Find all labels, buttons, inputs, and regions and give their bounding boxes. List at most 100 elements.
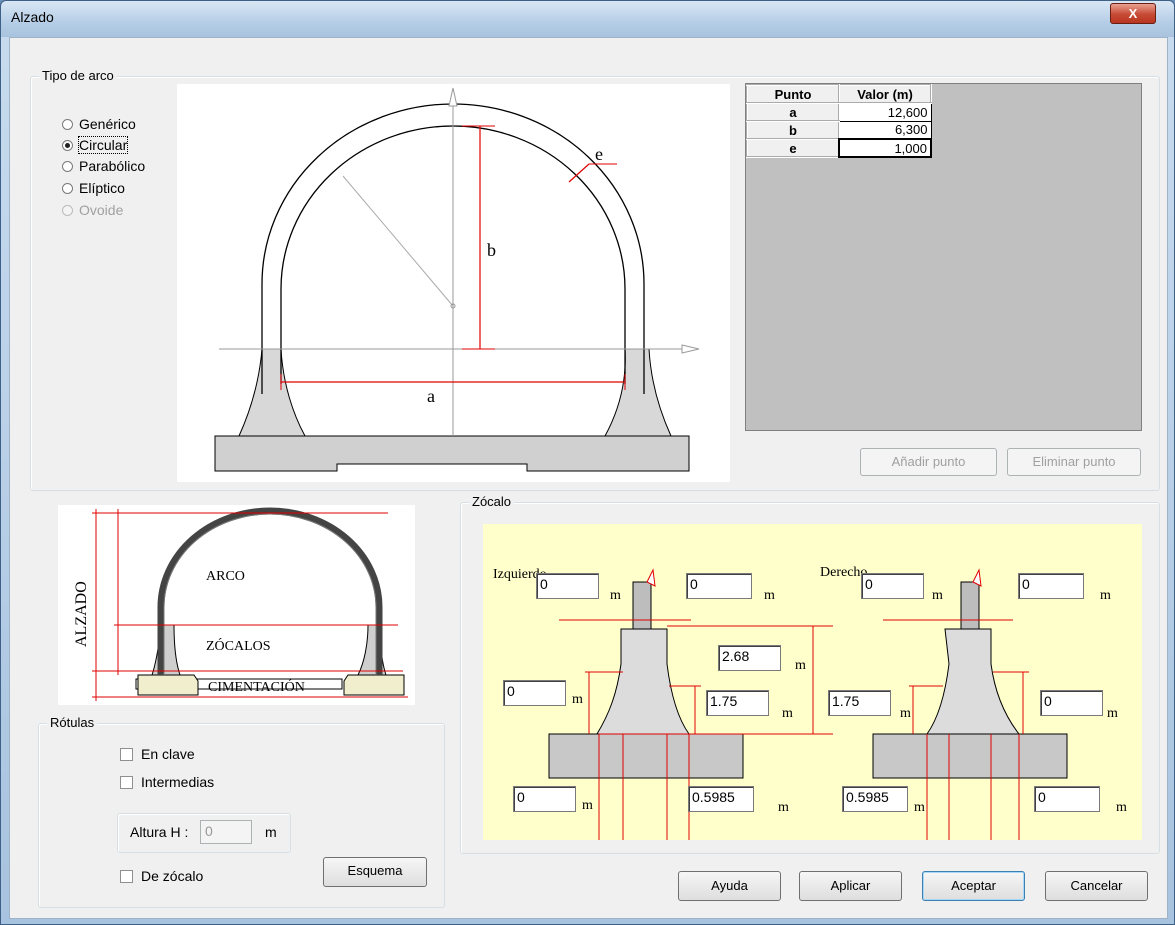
intermedias-checkbox[interactable]: Intermedias (120, 774, 214, 790)
radio-parabolico[interactable]: Parabólico (62, 158, 145, 174)
scheme-left-abutment (151, 624, 181, 676)
unit-label: m (914, 800, 925, 815)
radio-generico-label: Genérico (79, 116, 136, 132)
unit-label: m (610, 588, 621, 603)
scheme-right-footing (343, 674, 405, 696)
zocalo-right-footing (872, 733, 1068, 779)
scheme-label-alzado: ALZADO (73, 581, 90, 647)
zocalo-height-total-input[interactable]: 2.68 (718, 645, 781, 671)
rotulas-label: Rótulas (47, 715, 98, 730)
radio-parabolico-label: Parabólico (79, 158, 146, 174)
grid-cell-valor-selected[interactable]: 1,000 (838, 138, 932, 158)
zocalo-right-plinth (926, 628, 1021, 735)
grid-cell-punto[interactable]: e (746, 138, 840, 158)
en-clave-box (120, 747, 133, 761)
scheme-left-footing (137, 674, 199, 696)
points-grid[interactable]: Punto Valor (m) a 12,600 b 6,300 e 1,000 (745, 83, 1142, 431)
grid-cell-punto[interactable]: a (746, 102, 840, 122)
radio-generico[interactable]: Genérico (62, 116, 136, 132)
unit-label: m (932, 588, 943, 603)
elevation-scheme-svg: ARCO ZÓCALOS CIMENTACIÓN ALZADO (73, 507, 408, 701)
radio-eliptico[interactable]: Elíptico (62, 180, 125, 196)
zocalo-left-plinth (596, 628, 690, 735)
zocalo-left-arch-stub (632, 581, 652, 630)
scheme-label-zocalos: ZÓCALOS (206, 637, 271, 654)
dimension-b-label: b (487, 240, 496, 260)
dialog-client-area: Tipo de arco Genérico Circular Parabólic… (9, 37, 1168, 919)
x-axis-arrow (681, 344, 700, 354)
cancelar-button[interactable]: Cancelar (1045, 871, 1148, 901)
dimension-e-label: e (595, 144, 603, 164)
de-zocalo-checkbox[interactable]: De zócalo (120, 868, 203, 884)
add-point-button[interactable]: Añadir punto (860, 448, 997, 476)
scheme-label-cimentacion: CIMENTACIÓN (208, 678, 305, 695)
grid-row[interactable]: a 12,600 (746, 102, 932, 122)
arch-diagram: a b e (177, 84, 730, 482)
zocalo-right-inner-input[interactable]: 1.75 (828, 690, 891, 716)
delete-point-button[interactable]: Eliminar punto (1007, 448, 1141, 476)
title-bar[interactable]: Alzado X (1, 1, 1174, 37)
left-abutment (238, 348, 306, 437)
zocalo-left-bottom-right-input[interactable]: 0.5985 (688, 786, 754, 812)
zocalo-left-top-right-input[interactable]: 0 (686, 573, 752, 599)
elevation-scheme: ARCO ZÓCALOS CIMENTACIÓN ALZADO (58, 505, 415, 705)
scheme-label-arco: ARCO (206, 569, 245, 584)
altura-label: Altura H : (130, 824, 189, 840)
zocalo-left-side-input[interactable]: 0 (503, 680, 566, 706)
grid-cell-valor[interactable]: 12,600 (838, 102, 932, 122)
en-clave-checkbox[interactable]: En clave (120, 746, 195, 762)
grid-cell-valor[interactable]: 6,300 (838, 120, 932, 140)
grid-row[interactable]: e 1,000 (746, 138, 932, 158)
zocalo-label: Zócalo (469, 494, 515, 509)
unit-label: m (782, 706, 793, 721)
en-clave-label: En clave (141, 746, 195, 762)
grid-cell-punto[interactable]: b (746, 120, 840, 140)
dimension-e-line (568, 163, 590, 183)
unit-label: m (778, 800, 789, 815)
close-button[interactable]: X (1110, 3, 1156, 24)
right-abutment (604, 348, 672, 437)
window-title: Alzado (11, 9, 54, 25)
radio-parabolico-dot (62, 160, 73, 172)
unit-label: m (900, 706, 911, 721)
aceptar-button[interactable]: Aceptar (922, 871, 1025, 901)
zocalo-right-bottom-left-input[interactable]: 0.5985 (842, 786, 908, 812)
grid-header-punto[interactable]: Punto (746, 84, 840, 104)
aplicar-button[interactable]: Aplicar (799, 871, 902, 901)
unit-label: m (1116, 800, 1127, 815)
unit-label: m (795, 658, 806, 673)
zocalo-left-inner-input[interactable]: 1.75 (706, 690, 769, 716)
dimension-a-label: a (427, 386, 435, 406)
radio-ovoide-dot (62, 204, 73, 216)
dialog-window: Alzado X Tipo de arco Genérico Circular … (0, 0, 1175, 925)
radio-eliptico-label: Elíptico (79, 180, 125, 196)
unit-label: m (572, 692, 583, 707)
ayuda-button[interactable]: Ayuda (678, 871, 781, 901)
points-table[interactable]: Punto Valor (m) a 12,600 b 6,300 e 1,000 (746, 84, 932, 158)
radio-circular[interactable]: Circular (62, 136, 129, 154)
radio-circular-label: Circular (77, 136, 129, 154)
radius-line (342, 175, 454, 307)
grid-header-row: Punto Valor (m) (746, 84, 932, 104)
tipo-arco-label: Tipo de arco (39, 68, 117, 83)
zocalo-right-arch-stub (960, 581, 980, 630)
de-zocalo-label: De zócalo (141, 868, 204, 884)
radio-circular-dot (62, 139, 73, 151)
zocalo-left-top-left-input[interactable]: 0 (536, 573, 599, 599)
altura-unit: m (265, 824, 277, 840)
grid-header-valor[interactable]: Valor (m) (838, 84, 932, 104)
unit-label: m (1100, 588, 1111, 603)
zocalo-right-side-input[interactable]: 0 (1040, 690, 1103, 716)
zocalo-right-top-left-input[interactable]: 0 (861, 573, 924, 599)
grid-row[interactable]: b 6,300 (746, 120, 932, 140)
zocalo-left-footing (548, 733, 744, 779)
unit-label: m (1107, 706, 1118, 721)
radio-generico-dot (62, 118, 73, 130)
radio-ovoide: Ovoide (62, 202, 123, 218)
zocalo-left-bottom-left-input[interactable]: 0 (513, 786, 576, 812)
zocalo-right-bottom-right-input[interactable]: 0 (1034, 786, 1100, 812)
zocalo-right-top-right-input[interactable]: 0 (1018, 573, 1084, 599)
y-axis-arrow (448, 87, 458, 107)
esquema-button[interactable]: Esquema (323, 857, 427, 887)
intermedias-box (120, 775, 133, 789)
